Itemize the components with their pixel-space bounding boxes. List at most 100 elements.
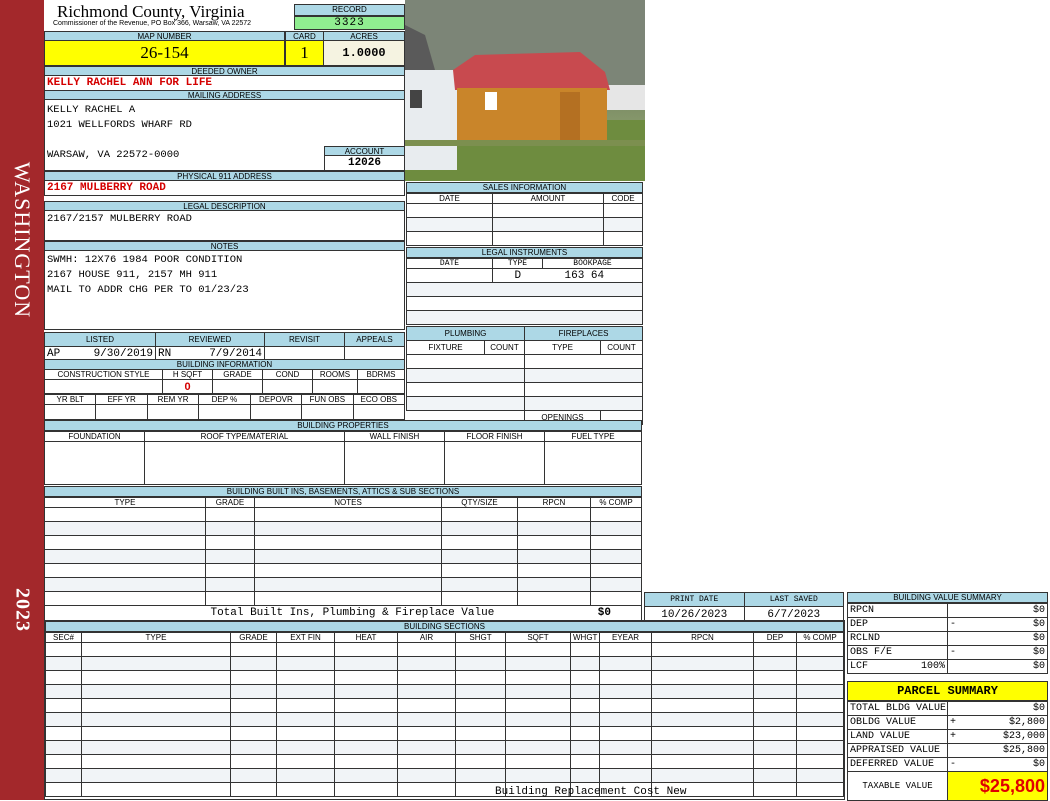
table-cell	[651, 712, 754, 727]
summary-row: LCF 100% $0	[847, 659, 1048, 674]
last-saved-label: LAST SAVED	[743, 592, 844, 607]
table-cell	[397, 754, 456, 769]
table-cell	[45, 782, 82, 797]
table-cell	[651, 698, 754, 713]
table-cell	[753, 726, 797, 741]
summary-row: RCLND $0	[847, 631, 1048, 646]
table-cell	[753, 782, 797, 797]
table-cell	[230, 768, 277, 783]
instrument-date	[406, 268, 493, 283]
table-cell	[796, 726, 844, 741]
table-cell	[45, 698, 82, 713]
county-title: Richmond County, Virginia	[57, 2, 245, 21]
summary-row: DEFERRED VALUE - $0	[847, 757, 1048, 772]
table-cell	[441, 521, 518, 536]
table-cell	[753, 698, 797, 713]
reviewed-header: REVIEWED	[155, 332, 265, 347]
table-cell	[599, 642, 652, 657]
table-cell	[276, 740, 335, 755]
table-row	[45, 642, 844, 657]
table-row	[45, 740, 844, 755]
table-cell	[334, 642, 398, 657]
summary-value: - $0	[947, 617, 1048, 632]
table-cell	[205, 507, 255, 522]
table-cell	[230, 670, 277, 685]
table-cell	[45, 768, 82, 783]
built-in-header: RPCN	[517, 497, 591, 508]
summary-key: LAND VALUE	[847, 729, 948, 744]
table-cell	[517, 535, 591, 550]
building-info-cell	[198, 404, 251, 420]
table-cell	[441, 535, 518, 550]
section-header: WHGT	[570, 632, 600, 643]
instrument-row: D 163 64	[406, 268, 643, 283]
section-header: HEAT	[334, 632, 398, 643]
plumbing-fireplace-header: COUNT	[600, 340, 643, 355]
legal-instruments: LEGAL INSTRUMENTS DATE TYPE BOOKPAGE D 163 …	[406, 247, 643, 325]
table-row	[45, 726, 844, 741]
table-cell	[230, 642, 277, 657]
summary-row: APPRAISED VALUE $25,800	[847, 743, 1048, 758]
fireplaces-label: FIREPLACES	[524, 326, 643, 341]
table-cell	[254, 563, 442, 578]
table-cell	[205, 563, 255, 578]
summary-value: $0	[947, 603, 1048, 618]
building-info-header: FUN OBS	[301, 394, 354, 405]
table-cell	[570, 726, 600, 741]
table-cell	[505, 656, 571, 671]
operator: +	[950, 717, 957, 728]
table-cell	[796, 642, 844, 657]
table-row	[44, 577, 642, 592]
building-sections: BUILDING SECTIONS SEC# TYPE GRADE EXT FIN HE…	[44, 620, 845, 800]
legal-instruments-label: LEGAL INSTRUMENTS	[406, 247, 643, 258]
table-cell	[455, 698, 506, 713]
building-info-cell	[43, 404, 97, 420]
table-cell	[441, 549, 518, 564]
table-cell	[45, 670, 82, 685]
legal-description: 2167/2157 MULBERRY ROAD	[44, 210, 405, 241]
table-cell	[517, 563, 591, 578]
table-cell	[276, 656, 335, 671]
property-header: FLOOR FINISH	[444, 431, 545, 442]
table-cell	[397, 656, 456, 671]
table-cell	[796, 670, 844, 685]
table-cell	[81, 684, 231, 699]
operator: +	[950, 731, 957, 742]
lcf-percent: 100%	[920, 661, 945, 672]
table-cell	[505, 684, 571, 699]
account-number: 12026	[324, 155, 405, 171]
card-number: 1	[285, 40, 324, 66]
table-cell	[44, 577, 206, 592]
table-row	[45, 754, 844, 769]
table-cell	[230, 782, 277, 797]
sales-info: SALES INFORMATION DATE AMOUNT CODE	[406, 182, 643, 246]
mailing-line: KELLY RACHEL A	[47, 104, 136, 116]
table-cell	[590, 591, 642, 606]
building-info-cell	[249, 404, 303, 420]
map-number: 26-154	[44, 40, 285, 66]
table-cell	[570, 684, 600, 699]
replacement-cost-label: Building Replacement Cost New	[495, 786, 687, 798]
table-cell	[570, 698, 600, 713]
table-cell	[397, 768, 456, 783]
summary-value: + $23,000	[947, 729, 1048, 744]
table-cell	[276, 768, 335, 783]
table-cell	[517, 549, 591, 564]
table-cell	[45, 712, 82, 727]
building-info-header: YR BLT	[43, 394, 97, 405]
table-row	[45, 670, 844, 685]
table-cell	[796, 754, 844, 769]
table-cell	[599, 656, 652, 671]
district-name: WASHINGTON	[10, 161, 35, 319]
parcel-summary-title: PARCEL SUMMARY	[847, 681, 1048, 701]
table-cell	[81, 656, 231, 671]
notes: SWMH: 12X76 1984 POOR CONDITION 2167 HOU…	[44, 250, 405, 330]
summary-key: RCLND	[847, 631, 948, 646]
table-cell	[44, 535, 206, 550]
table-cell	[397, 698, 456, 713]
table-cell	[651, 768, 754, 783]
table-cell	[334, 740, 398, 755]
summary-row: RPCN $0	[847, 603, 1048, 618]
table-cell	[796, 656, 844, 671]
table-cell	[397, 712, 456, 727]
